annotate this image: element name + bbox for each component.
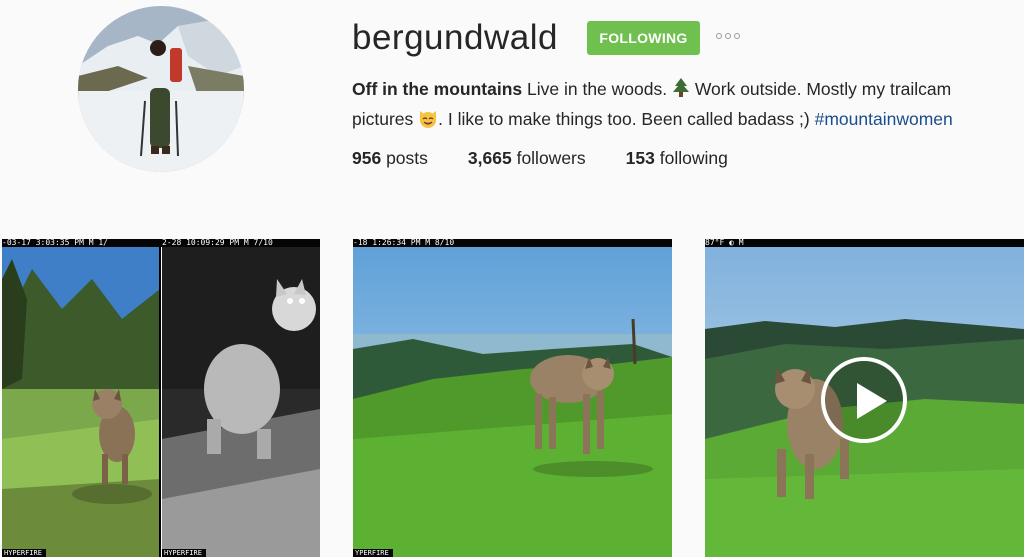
dot-icon (716, 33, 722, 39)
camera-brand: HYPERFIRE (2, 549, 46, 557)
trailcam-photo (2, 239, 320, 557)
post-thumbnail-video[interactable]: 87°F ◐ M (705, 239, 1024, 557)
camera-brand: HYPERFIRE (162, 549, 206, 557)
following-label: following (659, 148, 728, 168)
tree-emoji-icon (672, 78, 690, 106)
profile-stats: 956 posts 3,665 followers 153 following (352, 146, 768, 170)
bio-text: . I like to make things too. Been called… (438, 109, 815, 129)
following-button[interactable]: FOLLOWING (587, 21, 700, 55)
followers-label: followers (516, 148, 586, 168)
cat-emoji-icon (418, 108, 438, 136)
following-count: 153 (625, 148, 655, 168)
post-thumbnail[interactable]: -03-17 3:03:35 PM M 1/2-28 10:09:29 PM M… (2, 239, 320, 557)
trailcam-photo (353, 239, 672, 557)
posts-stat: 956 posts (352, 146, 428, 170)
posts-count: 956 (352, 148, 382, 168)
hashtag-link[interactable]: #mountainwomen (815, 109, 953, 129)
profile-avatar[interactable] (78, 6, 244, 172)
trailcam-timestamp: 87°F ◐ M (705, 239, 1024, 247)
followers-count: 3,665 (467, 148, 512, 168)
camera-brand: YPERFIRE (353, 549, 393, 557)
following-stat[interactable]: 153 following (626, 146, 728, 170)
dot-icon (734, 33, 740, 39)
bio-name: Off in the mountains (352, 79, 523, 99)
posts-label: posts (386, 148, 428, 168)
profile-bio: Off in the mountains Live in the woods. … (352, 76, 1002, 136)
post-thumbnail[interactable]: -18 1:26:34 PM M 8/10 YPERFIRE (353, 239, 672, 557)
trailcam-timestamp: -18 1:26:34 PM M 8/10 (353, 239, 672, 247)
bio-text: Live in the woods. (522, 79, 672, 99)
play-video-icon[interactable] (821, 357, 907, 443)
dot-icon (725, 33, 731, 39)
more-options-button[interactable] (716, 33, 740, 43)
play-triangle (857, 383, 887, 419)
trailcam-timestamp: -03-17 3:03:35 PM M 1/2-28 10:09:29 PM M… (2, 239, 320, 247)
timestamp-text: 2-28 10:09:29 PM M 7/10 (162, 239, 273, 247)
timestamp-text: -03-17 3:03:35 PM M 1/ (2, 239, 108, 247)
followers-stat[interactable]: 3,665 followers (468, 146, 586, 170)
profile-username: bergundwald (352, 18, 558, 57)
